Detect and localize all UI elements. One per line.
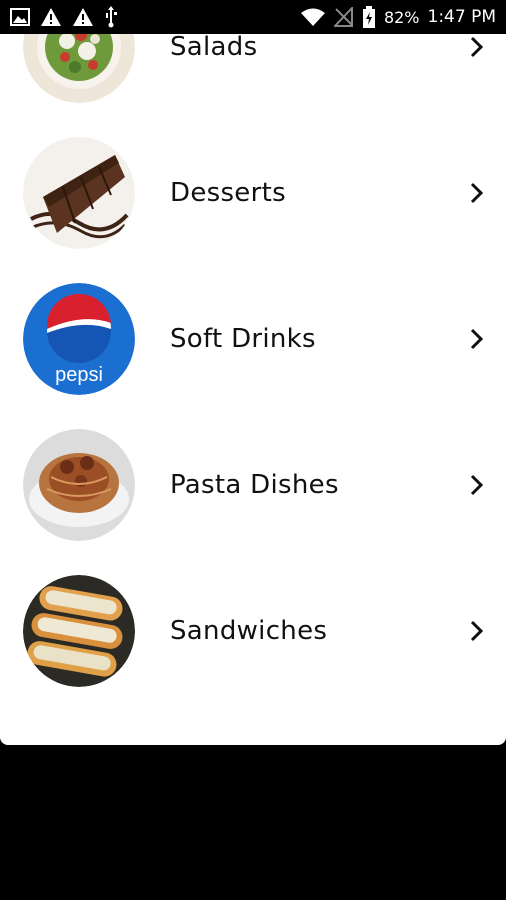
pepsi-logo-thumbnail: pepsi: [23, 283, 135, 395]
pasta-thumbnail: [23, 429, 135, 541]
category-list: Salads Desserts pepsi Soft Drinks Pasta …: [0, 34, 506, 745]
category-label: Soft Drinks: [170, 324, 316, 354]
gallery-icon: [10, 8, 30, 26]
category-label: Pasta Dishes: [170, 470, 339, 500]
battery-percent: 82%: [383, 7, 420, 27]
warning-icon: [72, 7, 94, 27]
list-item-pasta-dishes[interactable]: Pasta Dishes: [0, 415, 506, 561]
warning-icon: [40, 7, 62, 27]
list-item-sandwiches[interactable]: Sandwiches: [0, 561, 506, 707]
chevron-right-icon: [466, 617, 488, 645]
wifi-icon: [300, 7, 326, 27]
chevron-right-icon: [466, 325, 488, 353]
chevron-right-icon: [466, 471, 488, 499]
battery-charging-icon: [362, 6, 376, 28]
no-signal-icon: [333, 7, 354, 27]
salads-thumbnail: [23, 34, 135, 103]
chevron-right-icon: [466, 179, 488, 207]
category-label: Salads: [170, 34, 258, 62]
status-left: [10, 6, 118, 28]
status-right: 82% 1:47 PM: [300, 6, 496, 28]
status-bar: 82% 1:47 PM: [0, 0, 506, 34]
pepsi-wordmark: pepsi: [55, 364, 103, 386]
list-item-soft-drinks[interactable]: pepsi Soft Drinks: [0, 269, 506, 415]
category-label: Desserts: [170, 178, 286, 208]
list-item-desserts[interactable]: Desserts: [0, 123, 506, 269]
chevron-right-icon: [466, 34, 488, 61]
usb-icon: [104, 6, 118, 28]
desserts-thumbnail: [23, 137, 135, 249]
clock: 1:47 PM: [427, 7, 497, 27]
category-label: Sandwiches: [170, 616, 328, 646]
list-item-salads[interactable]: Salads: [0, 34, 506, 123]
sandwiches-thumbnail: [23, 575, 135, 687]
